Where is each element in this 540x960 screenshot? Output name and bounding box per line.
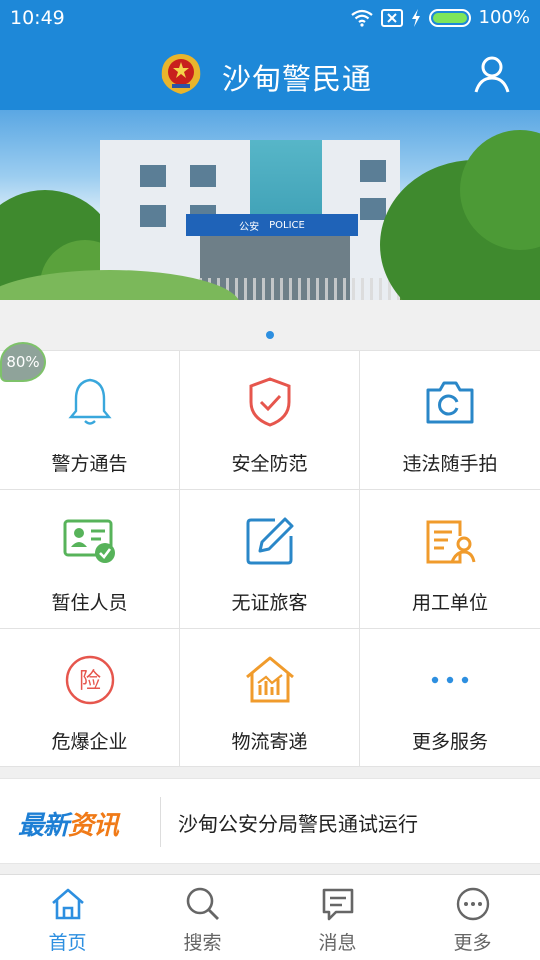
station-sign: 公安 POLICE bbox=[186, 214, 358, 236]
service-hazardous-enterprises[interactable]: 险 危爆企业 bbox=[0, 629, 180, 767]
tab-label: 消息 bbox=[318, 932, 357, 954]
service-employers[interactable]: 用工单位 bbox=[360, 490, 540, 629]
tab-more[interactable]: 更多 bbox=[405, 875, 540, 960]
tab-search[interactable]: 搜索 bbox=[135, 875, 270, 960]
service-unregistered-guests[interactable]: 无证旅客 bbox=[180, 490, 360, 629]
service-safety[interactable]: 安全防范 bbox=[180, 351, 360, 490]
status-time: 10:49 bbox=[10, 7, 65, 29]
no-sim-icon bbox=[380, 8, 403, 27]
news-divider bbox=[160, 797, 161, 847]
employee-doc-icon bbox=[423, 514, 477, 568]
service-label: 安全防范 bbox=[231, 453, 308, 475]
service-label: 用工单位 bbox=[411, 592, 488, 614]
service-label: 无证旅客 bbox=[231, 592, 308, 614]
camera-icon bbox=[423, 375, 477, 429]
service-label: 物流寄递 bbox=[231, 731, 308, 753]
wifi-icon bbox=[350, 9, 373, 27]
status-bar: 10:49 100% bbox=[0, 0, 540, 38]
news-tag-part1: 最新 bbox=[18, 811, 69, 841]
service-report-photo[interactable]: 违法随手拍 bbox=[360, 351, 540, 490]
sign-left-text: 公安 bbox=[239, 221, 260, 233]
more-icon bbox=[453, 885, 493, 923]
news-tag-part2: 资讯 bbox=[68, 811, 119, 841]
service-grid: 警方通告 安全防范 违法随手拍 暂住人员 无证旅客 用工单位 险 危爆企业 物流… bbox=[0, 350, 540, 767]
shield-check-icon bbox=[243, 375, 297, 429]
service-logistics[interactable]: 物流寄递 bbox=[180, 629, 360, 767]
service-label: 警方通告 bbox=[51, 453, 128, 475]
app-header: 沙甸警民通 bbox=[0, 38, 540, 110]
news-headline[interactable]: 沙甸公安分局警民通试运行 bbox=[178, 808, 418, 837]
service-temp-residents[interactable]: 暂住人员 bbox=[0, 490, 180, 629]
latest-news-tag: 最新资讯 bbox=[18, 805, 119, 842]
service-label: 违法随手拍 bbox=[402, 453, 498, 475]
banner-pager bbox=[0, 320, 540, 350]
tab-label: 首页 bbox=[48, 932, 87, 954]
charging-icon bbox=[411, 8, 421, 27]
edit-icon bbox=[243, 514, 297, 568]
insurance-icon: 险 bbox=[63, 653, 117, 707]
tab-label: 更多 bbox=[453, 932, 492, 954]
id-card-icon bbox=[63, 514, 117, 568]
battery-percent: 100% bbox=[478, 7, 530, 28]
tab-home[interactable]: 首页 bbox=[0, 875, 135, 960]
service-more[interactable]: 更多服务 bbox=[360, 629, 540, 767]
tab-label: 搜索 bbox=[183, 932, 222, 954]
bell-icon bbox=[63, 375, 117, 429]
pager-dot-active[interactable] bbox=[266, 331, 274, 339]
more-dots-icon bbox=[423, 653, 477, 707]
service-label: 暂住人员 bbox=[51, 592, 128, 614]
warehouse-chart-icon bbox=[243, 653, 297, 707]
service-label: 更多服务 bbox=[411, 731, 488, 753]
user-profile-icon[interactable] bbox=[472, 54, 512, 94]
police-emblem-icon bbox=[156, 48, 206, 98]
app-title: 沙甸警民通 bbox=[222, 62, 373, 96]
news-ticker[interactable]: 最新资讯 沙甸公安分局警民通试运行 bbox=[0, 778, 540, 864]
banner-carousel[interactable]: 公安 POLICE bbox=[0, 110, 540, 300]
tab-messages[interactable]: 消息 bbox=[270, 875, 405, 960]
floating-progress-badge[interactable]: 80% bbox=[0, 342, 46, 382]
battery-icon bbox=[428, 8, 471, 27]
message-icon bbox=[318, 885, 358, 923]
svg-text:险: 险 bbox=[78, 669, 100, 694]
service-label: 危爆企业 bbox=[51, 731, 128, 753]
home-icon bbox=[48, 885, 88, 923]
search-icon bbox=[183, 885, 223, 923]
sign-right-text: POLICE bbox=[269, 219, 305, 231]
bottom-tab-bar: 首页 搜索 消息 更多 bbox=[0, 874, 540, 960]
